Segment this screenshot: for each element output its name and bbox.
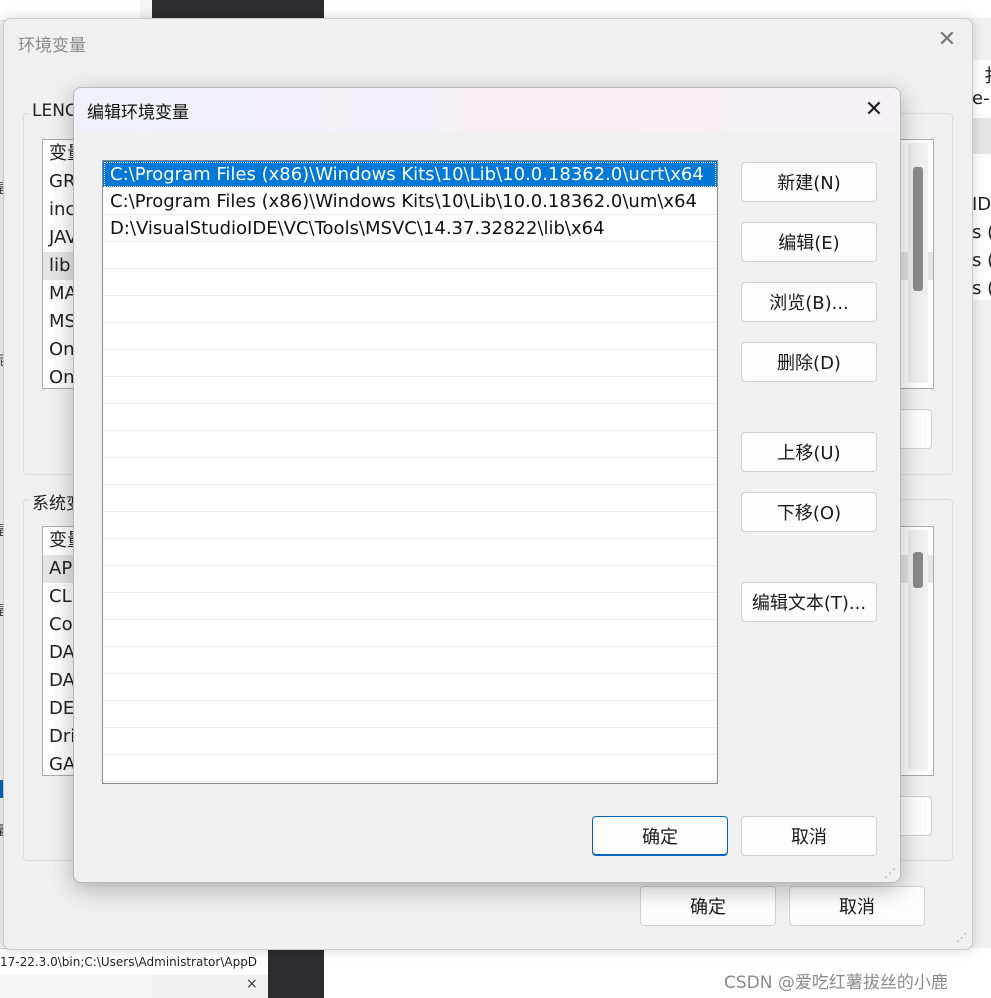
empty-row[interactable] — [103, 620, 717, 647]
empty-row[interactable] — [103, 539, 717, 566]
background-close-icon: × — [246, 976, 258, 992]
background-right-fragment: e-i — [972, 88, 991, 109]
title-bar — [74, 88, 900, 132]
close-icon[interactable]: ✕ — [860, 96, 888, 124]
empty-row[interactable] — [103, 485, 717, 512]
user-variables-label: LENC — [30, 101, 79, 121]
delete-button[interactable]: 删除(D) — [741, 342, 877, 382]
path-row[interactable]: D:\VisualStudioIDE\VC\Tools\MSVC\14.37.3… — [103, 215, 717, 242]
empty-row[interactable] — [103, 269, 717, 296]
dialog-title: 编辑环境变量 — [87, 103, 189, 123]
empty-row[interactable] — [103, 323, 717, 350]
ok-button[interactable]: 确定 — [592, 816, 728, 856]
watermark: CSDN @爱吃红薯拔丝的小鹿 — [724, 973, 948, 993]
empty-row[interactable] — [103, 566, 717, 593]
empty-row[interactable] — [103, 647, 717, 674]
scrollbar-thumb[interactable] — [913, 552, 923, 588]
resize-grip-icon[interactable]: ⋰ — [956, 931, 967, 944]
cancel-button[interactable]: 取消 — [741, 816, 877, 856]
close-icon[interactable]: ✕ — [934, 27, 960, 53]
empty-row[interactable] — [103, 512, 717, 539]
background-right-fragment: s ( — [972, 222, 991, 243]
edit-text-button[interactable]: 编辑文本(T)... — [741, 582, 877, 622]
outer-ok-button[interactable]: 确定 — [640, 886, 776, 926]
outer-cancel-button[interactable]: 取消 — [789, 886, 925, 926]
resize-grip-icon[interactable]: ⋰ — [884, 866, 896, 880]
move-down-button[interactable]: 下移(O) — [741, 492, 877, 532]
empty-row[interactable] — [103, 431, 717, 458]
empty-row[interactable] — [103, 458, 717, 485]
scrollbar-thumb[interactable] — [913, 167, 923, 291]
empty-row[interactable] — [103, 755, 717, 782]
empty-row[interactable] — [103, 701, 717, 728]
move-up-button[interactable]: 上移(U) — [741, 432, 877, 472]
background-right-fragment: ID — [972, 194, 991, 215]
path-list[interactable]: C:\Program Files (x86)\Windows Kits\10\L… — [102, 160, 718, 784]
user-variables-button-partial[interactable] — [898, 409, 932, 449]
scrollbar[interactable] — [908, 143, 928, 383]
empty-row[interactable] — [103, 728, 717, 755]
empty-row[interactable] — [103, 242, 717, 269]
background-right-header — [972, 118, 991, 154]
empty-row[interactable] — [103, 593, 717, 620]
scrollbar[interactable] — [908, 530, 928, 770]
empty-row[interactable] — [103, 377, 717, 404]
path-row[interactable]: C:\Program Files (x86)\Windows Kits\10\L… — [103, 188, 717, 215]
background-path-textbox: 17-22.3.0\bin;C:\Users\Administrator\App… — [0, 948, 268, 975]
edit-button[interactable]: 编辑(E) — [741, 222, 877, 262]
background-right-fragment: s ( — [972, 250, 991, 271]
empty-row[interactable] — [103, 404, 717, 431]
background-right-fragment: s ( — [972, 278, 991, 299]
background-right-fragment: 扌 — [984, 62, 991, 88]
empty-row[interactable] — [103, 296, 717, 323]
system-variables-button-partial[interactable] — [898, 796, 932, 836]
new-button[interactable]: 新建(N) — [741, 162, 877, 202]
path-row-selected[interactable]: C:\Program Files (x86)\Windows Kits\10\L… — [103, 161, 717, 188]
browse-button[interactable]: 浏览(B)... — [741, 282, 877, 322]
empty-row[interactable] — [103, 350, 717, 377]
background-right-top — [324, 0, 991, 18]
background-dark-strip — [152, 0, 324, 18]
empty-row[interactable] — [103, 674, 717, 701]
edit-environment-variable-dialog: 编辑环境变量 ✕ C:\Program Files (x86)\Windows … — [73, 87, 901, 883]
dialog-title: 环境变量 — [18, 36, 86, 56]
